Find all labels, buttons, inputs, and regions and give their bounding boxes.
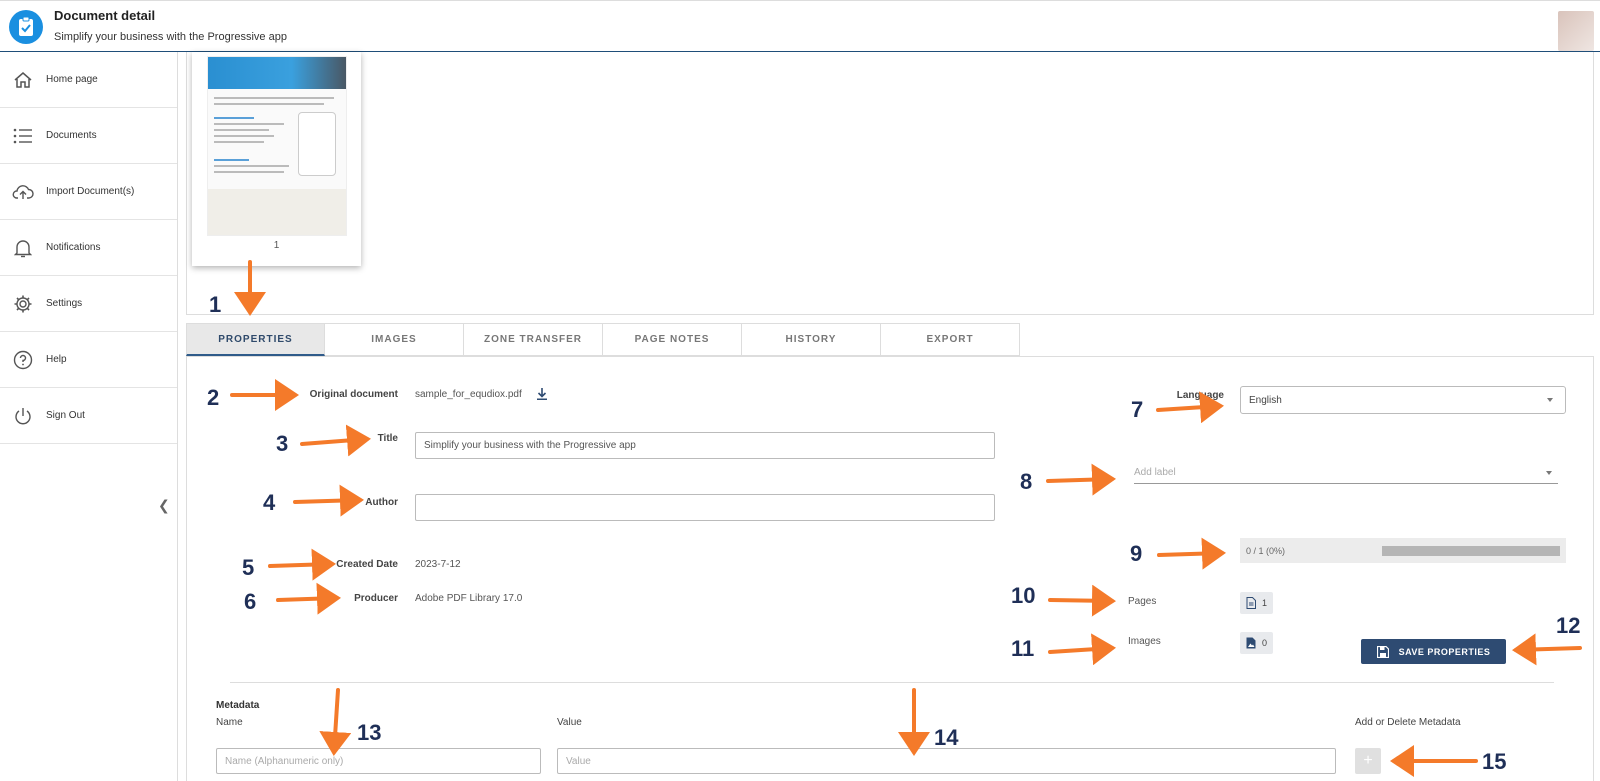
annotation-number: 3 (276, 431, 289, 456)
annotation-arrows (230, 260, 1582, 777)
annotation-number: 15 (1482, 749, 1507, 774)
annotation-number: 5 (242, 555, 255, 580)
annotation-number: 11 (1011, 636, 1035, 661)
annotation-number: 8 (1020, 469, 1033, 494)
annotation-number: 7 (1131, 397, 1144, 422)
annotation-number: 13 (357, 720, 382, 745)
annotation-number: 12 (1556, 613, 1581, 638)
annotation-number: 6 (244, 589, 257, 614)
annotation-number: 1 (209, 292, 222, 317)
annotation-number: 2 (207, 385, 220, 410)
annotation-number: 9 (1130, 541, 1143, 566)
annotation-number: 4 (263, 490, 276, 515)
annotation-number: 14 (934, 725, 959, 750)
annotation-number: 10 (1011, 583, 1036, 608)
